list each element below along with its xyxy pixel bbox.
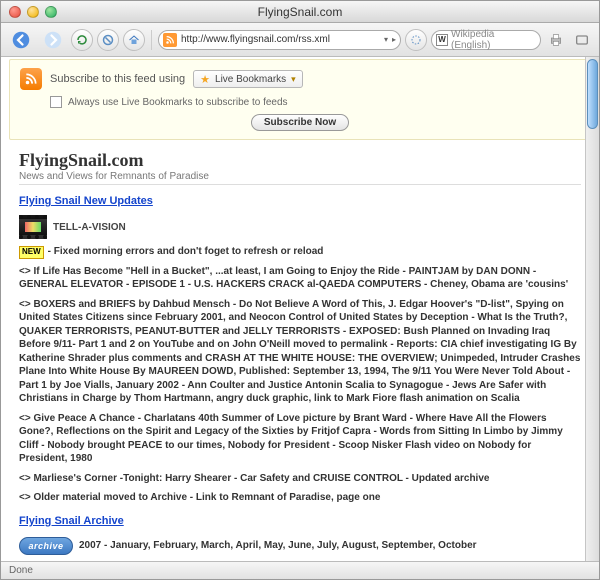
subscribe-selector[interactable]: ★ Live Bookmarks ▾ xyxy=(193,70,303,88)
forward-button[interactable] xyxy=(39,29,67,51)
url-bar[interactable]: http://www.flyingsnail.com/rss.xml ▾ ▸ xyxy=(158,30,401,50)
back-button[interactable] xyxy=(7,29,35,51)
downloads-button[interactable] xyxy=(571,29,593,51)
feed-tagline: News and Views for Remnants of Paradise xyxy=(19,171,581,185)
subscribe-label: Subscribe to this feed using xyxy=(50,73,185,85)
toolbar-sep xyxy=(151,30,152,50)
bookmark-star-icon: ★ xyxy=(200,73,210,86)
chevron-down-icon: ▾ xyxy=(291,74,296,85)
feed-title: FlyingSnail.com xyxy=(19,150,581,171)
status-text: Done xyxy=(9,565,33,576)
subscribe-panel: Subscribe to this feed using ★ Live Book… xyxy=(9,59,591,140)
subscribe-now-button[interactable]: Subscribe Now xyxy=(251,114,349,131)
reload-icon xyxy=(76,34,88,46)
new-badge: NEW xyxy=(19,246,44,259)
archive-badge: archive xyxy=(19,537,73,555)
content-area: Subscribe to this feed using ★ Live Book… xyxy=(1,57,599,561)
film-icon xyxy=(19,215,47,239)
print-icon xyxy=(548,32,564,48)
always-label: Always use Live Bookmarks to subscribe t… xyxy=(68,97,288,108)
archive-link[interactable]: Flying Snail Archive xyxy=(19,515,124,527)
activity-indicator xyxy=(405,29,427,51)
subscribe-selector-label: Live Bookmarks xyxy=(215,74,286,85)
url-dropdown-icon[interactable]: ▾ xyxy=(384,35,388,44)
back-icon xyxy=(12,31,30,49)
new-line: NEW - Fixed morning errors and don't foge… xyxy=(19,245,581,259)
search-bar[interactable]: W Wikipedia (English) xyxy=(431,30,541,50)
archive-months: 2007 - January, February, March, April, … xyxy=(79,539,477,553)
reload-button[interactable] xyxy=(71,29,93,51)
search-placeholder: Wikipedia (English) xyxy=(451,29,536,51)
tellavision-row: TELL-A-VISION xyxy=(19,215,581,239)
browser-window: FlyingSnail.com http://www.flyingsnail.c… xyxy=(0,0,600,580)
scrollbar-thumb[interactable] xyxy=(587,59,598,129)
rss-badge-icon xyxy=(20,68,42,90)
forward-icon xyxy=(44,31,62,49)
updates-link[interactable]: Flying Snail New Updates xyxy=(19,195,153,207)
home-button[interactable] xyxy=(123,29,145,51)
downloads-icon xyxy=(574,32,590,48)
titlebar: FlyingSnail.com xyxy=(1,1,599,23)
toolbar: http://www.flyingsnail.com/rss.xml ▾ ▸ W… xyxy=(1,23,599,57)
vertical-scrollbar[interactable] xyxy=(585,57,599,561)
stop-icon xyxy=(102,34,114,46)
feed-body: FlyingSnail.com News and Views for Remna… xyxy=(1,142,599,561)
statusbar: Done xyxy=(1,561,599,579)
archive-header: archive 2007 - January, February, March,… xyxy=(19,537,581,555)
spinner-icon xyxy=(410,34,422,46)
new-line-text: - Fixed morning errors and don't foget t… xyxy=(48,246,324,257)
window-title: FlyingSnail.com xyxy=(1,5,599,19)
feed-para-2: <> BOXERS and BRIEFS by Dahbud Mensch - … xyxy=(19,298,581,406)
home-icon xyxy=(128,34,140,46)
wikipedia-icon: W xyxy=(436,34,448,46)
always-checkbox[interactable] xyxy=(50,96,62,108)
tellavision-label: TELL-A-VISION xyxy=(53,222,126,233)
feed-para-4: <> Marliese's Corner -Tonight: Harry She… xyxy=(19,472,581,486)
url-go-icon[interactable]: ▸ xyxy=(392,35,396,44)
feed-para-1: <> If Life Has Become "Hell in a Bucket"… xyxy=(19,265,581,292)
rss-favicon-icon xyxy=(163,33,177,47)
print-button[interactable] xyxy=(545,29,567,51)
feed-para-3: <> Give Peace A Chance - Charlatans 40th… xyxy=(19,412,581,466)
url-text: http://www.flyingsnail.com/rss.xml xyxy=(181,34,380,45)
stop-button[interactable] xyxy=(97,29,119,51)
feed-para-5: <> Older material moved to Archive - Lin… xyxy=(19,491,581,505)
